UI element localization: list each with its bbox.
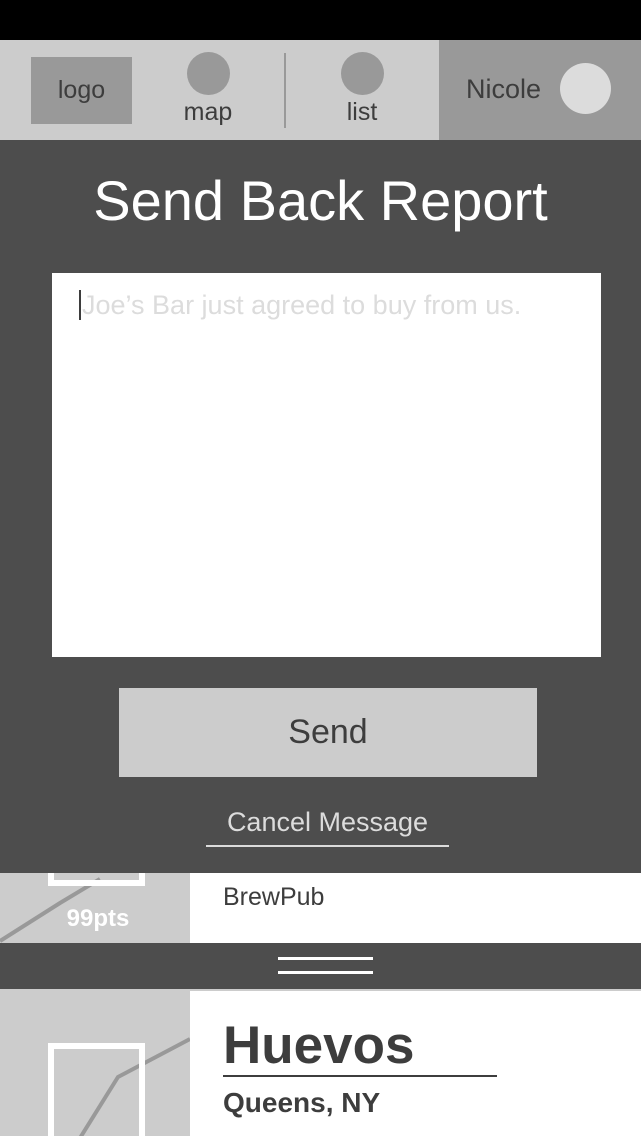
list-item[interactable]: 99pts BrewPub — [0, 873, 641, 943]
text-caret — [79, 290, 81, 320]
venue-thumbnail — [0, 991, 190, 1136]
nav-map-button[interactable]: map — [148, 40, 268, 140]
image-placeholder-icon — [48, 873, 145, 886]
status-bar — [0, 0, 641, 40]
send-button[interactable]: Send — [119, 688, 537, 777]
list-icon — [341, 52, 384, 95]
user-profile-button[interactable]: Nicole — [439, 40, 641, 140]
user-name: Nicole — [466, 74, 542, 104]
nav-list-label: list — [346, 98, 378, 126]
map-icon — [187, 52, 230, 95]
modal-title: Send Back Report — [93, 169, 548, 232]
venue-name-underline — [223, 1075, 497, 1077]
cancel-message-link[interactable]: Cancel Message — [206, 807, 449, 838]
cancel-underline — [206, 845, 449, 847]
logo[interactable]: logo — [31, 57, 132, 124]
avatar — [560, 63, 611, 114]
drag-handle-icon — [278, 957, 373, 974]
report-message-input[interactable]: Joe’s Bar just agreed to buy from us. — [52, 273, 601, 657]
nav-list-button[interactable]: list — [302, 40, 422, 140]
screen: logo map list Nicole 99pts BrewPub Huevo… — [0, 0, 641, 1136]
top-navbar: logo map list Nicole — [0, 40, 641, 140]
drag-handle-bar[interactable] — [0, 943, 641, 989]
venue-name: Huevos — [223, 1016, 415, 1075]
points-badge: 99pts — [66, 905, 130, 932]
nav-map-label: map — [183, 98, 233, 126]
send-report-modal: Send Back Report Joe’s Bar just agreed t… — [0, 140, 641, 873]
list-item[interactable]: Huevos Queens, NY — [0, 989, 641, 1136]
message-placeholder: Joe’s Bar just agreed to buy from us. — [82, 290, 522, 320]
nav-divider — [284, 53, 286, 128]
venue-location: Queens, NY — [223, 1087, 381, 1118]
venue-name: BrewPub — [223, 883, 325, 911]
image-placeholder-icon — [48, 1043, 145, 1136]
